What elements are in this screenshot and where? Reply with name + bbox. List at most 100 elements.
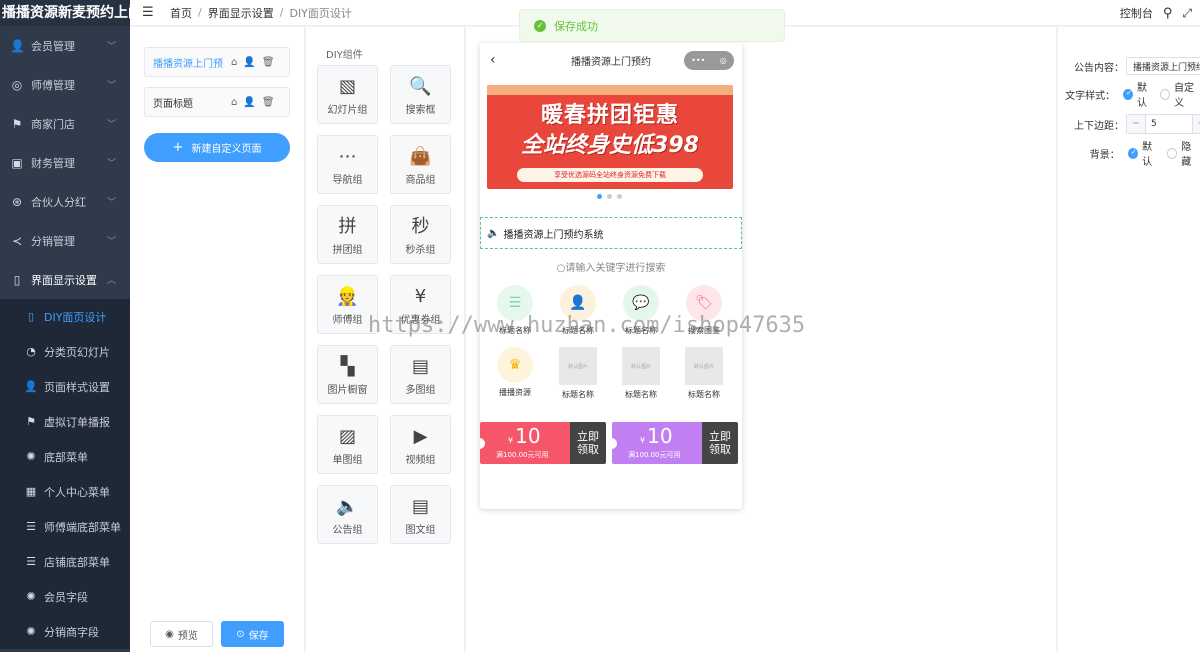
component-tile[interactable]: 🔍 搜索框	[390, 65, 451, 124]
sidebar-subitem[interactable]: ☰ 店铺底部菜单	[0, 544, 130, 579]
component-tile[interactable]: 👜 商品组	[390, 135, 451, 194]
sidebar-subitem[interactable]: ⚑ 虚拟订单播报	[0, 404, 130, 439]
flag-icon: ⚑	[26, 415, 36, 428]
search-icon[interactable]: ⚲	[1163, 6, 1173, 21]
home-icon[interactable]: ⌂	[231, 97, 237, 108]
components-title: DIY组件	[326, 50, 363, 61]
background-hide-radio[interactable]	[1166, 147, 1178, 159]
background-row: 背景： 默认 隐藏	[1058, 142, 1200, 168]
sidebar-subitem[interactable]: ✺ 底部菜单	[0, 439, 130, 474]
padding-value[interactable]: 5	[1145, 115, 1193, 133]
plus-icon: +	[172, 140, 184, 155]
component-tile[interactable]: ▶ 视频组	[390, 415, 451, 474]
text-style-custom-radio[interactable]	[1160, 88, 1171, 100]
padding-stepper[interactable]: − 5 +	[1126, 114, 1200, 134]
menu-toggle-icon[interactable]: ☰	[142, 5, 156, 20]
multi-image-icon: ▤	[411, 356, 429, 377]
home-icon[interactable]: ⌂	[231, 57, 237, 68]
phone-preview: ‹ 播播资源上门预约 ••• ◎ 暖春拼团钜惠 全站终身史低398 享受优选源码…	[480, 43, 742, 509]
trash-icon[interactable]: 🗑	[262, 57, 275, 68]
sidebar-subitem[interactable]: ◔ 分类页幻灯片	[0, 334, 130, 369]
back-icon[interactable]: ‹	[490, 52, 496, 68]
fullscreen-icon[interactable]: ⤢	[1182, 6, 1192, 21]
page-card[interactable]: 播播资源上门预 ⌂ 👤 🗑	[144, 47, 290, 77]
sidebar-item[interactable]: ◎ 师傅管理 ﹀	[0, 65, 130, 104]
nav-label: 标题名称	[688, 390, 720, 399]
save-button[interactable]: ⊙ 保存	[221, 621, 284, 647]
component-tile[interactable]: ▤ 多图组	[390, 345, 451, 404]
breadcrumb-section[interactable]: 界面显示设置	[208, 5, 274, 21]
sidebar-subitem[interactable]: ▯ DIY面页设计	[0, 299, 130, 334]
component-tile[interactable]: ▤ 图文组	[390, 485, 451, 544]
chevron-down-icon: ﹀	[106, 42, 116, 52]
padding-row: 上下边距： − 5 +	[1058, 114, 1200, 134]
phone-header: ‹ 播播资源上门预约 ••• ◎	[480, 43, 742, 77]
phone-icon: ▯	[27, 310, 35, 323]
minus-icon[interactable]: −	[1127, 115, 1145, 133]
component-tile[interactable]: 🔈 公告组	[317, 485, 378, 544]
component-tile[interactable]: ▧ 幻灯片组	[317, 65, 378, 124]
nav-item[interactable]: ♛ 播播资源	[490, 347, 540, 398]
carousel-dot[interactable]	[617, 194, 622, 199]
flag-icon: ⚑	[11, 116, 23, 131]
trash-icon[interactable]: 🗑	[262, 97, 275, 108]
coupon-claim-button[interactable]: 立即 领取	[702, 422, 738, 464]
user-icon[interactable]: 👤	[243, 57, 255, 68]
component-tile[interactable]: 秒秒杀组	[390, 205, 451, 264]
banner-slide[interactable]: 暖春拼团钜惠 全站终身史低398 享受优选源码全站终身资源免费下载	[487, 85, 733, 189]
console-link[interactable]: 控制台	[1120, 5, 1153, 21]
window-icon: ▚	[340, 356, 355, 377]
sidebar-subitem[interactable]: ☰ 师傅端底部菜单	[0, 509, 130, 544]
sidebar-submenu: ▯ DIY面页设计 ◔ 分类页幻灯片 👤 页面样式设置 ⚑ 虚拟订单播报 ✺ 底部菜单 ▦ 个人中心菜…	[0, 299, 130, 649]
sidebar-subitem-label: 分类页幻灯片	[44, 345, 110, 359]
component-tile[interactable]: ▨ 单图组	[317, 415, 378, 474]
sidebar-item[interactable]: ▯ 界面显示设置 ︿	[0, 260, 130, 299]
search-box[interactable]: ○请输入关键字进行搜索	[480, 259, 742, 274]
coupon-notch	[612, 438, 617, 449]
coupon-card[interactable]: ¥10 满100.00元可用 立即 领取	[612, 422, 738, 464]
worker-icon: 👷	[336, 286, 359, 307]
sidebar-item[interactable]: ⊛ 合伙人分红 ﹀	[0, 182, 130, 221]
text-style-default-radio[interactable]	[1123, 88, 1133, 100]
banner-decoration	[487, 85, 733, 95]
breadcrumb-home[interactable]: 首页	[170, 5, 192, 21]
sidebar-item[interactable]: ▣ 财务管理 ﹀	[0, 143, 130, 182]
sidebar-item[interactable]: ⚑ 商家门店 ﹀	[0, 104, 130, 143]
new-page-button[interactable]: + 新建自定义页面	[144, 133, 290, 162]
sidebar-subitem[interactable]: 👤 页面样式设置	[0, 369, 130, 404]
component-label: 单图组	[332, 455, 363, 466]
component-tile[interactable]: 拼拼团组	[317, 205, 378, 264]
breadcrumb-separator: /	[198, 6, 202, 19]
banner-caption: 享受优选源码全站终身资源免费下载	[517, 168, 703, 182]
background-default-radio[interactable]	[1127, 147, 1139, 159]
sidebar-subitem[interactable]: ✺ 分销商字段	[0, 614, 130, 649]
carousel-dot[interactable]	[597, 194, 602, 199]
new-page-label: 新建自定义页面	[191, 144, 262, 155]
coupon-value: 10	[515, 424, 541, 448]
coupon-claim-button[interactable]: 立即 领取	[570, 422, 606, 464]
preview-button[interactable]: ◉ 预览	[150, 621, 213, 647]
nav-item[interactable]: 默认图片 标题名称	[616, 347, 666, 400]
check-circle-icon: ⊙	[236, 628, 245, 640]
sidebar-subitem[interactable]: ✺ 会员字段	[0, 579, 130, 614]
component-label: 视频组	[405, 455, 436, 466]
sidebar-item[interactable]: ≺ 分销管理 ﹀	[0, 221, 130, 260]
success-toast: ✓ 保存成功	[519, 9, 785, 42]
user-icon[interactable]: 👤	[243, 97, 255, 108]
carousel-dot[interactable]	[607, 194, 612, 199]
component-tile[interactable]: ⋯ 导航组	[317, 135, 378, 194]
notice-content-input[interactable]: 播播资源上门预约系统	[1126, 57, 1200, 75]
sidebar-item[interactable]: 👤 会员管理 ﹀	[0, 26, 130, 65]
coupon-card[interactable]: ¥10 满100.00元可用 立即 领取	[480, 422, 606, 464]
sidebar-item-label: 商家门店	[31, 117, 75, 131]
component-tile[interactable]: ▚ 图片橱窗	[317, 345, 378, 404]
chevron-down-icon: ﹀	[106, 198, 116, 208]
notice-bar[interactable]: 🔈 播播资源上门预约系统	[480, 217, 742, 249]
sidebar-subitem[interactable]: ▦ 个人中心菜单	[0, 474, 130, 509]
coupon-icon: ¥	[414, 286, 427, 307]
nav-item[interactable]: 默认图片 标题名称	[679, 347, 729, 400]
chevron-down-icon: ﹀	[106, 237, 116, 247]
plus-icon[interactable]: +	[1193, 115, 1200, 133]
nav-item[interactable]: 默认图片 标题名称	[553, 347, 603, 400]
page-card[interactable]: 页面标题 ⌂ 👤 🗑	[144, 87, 290, 117]
